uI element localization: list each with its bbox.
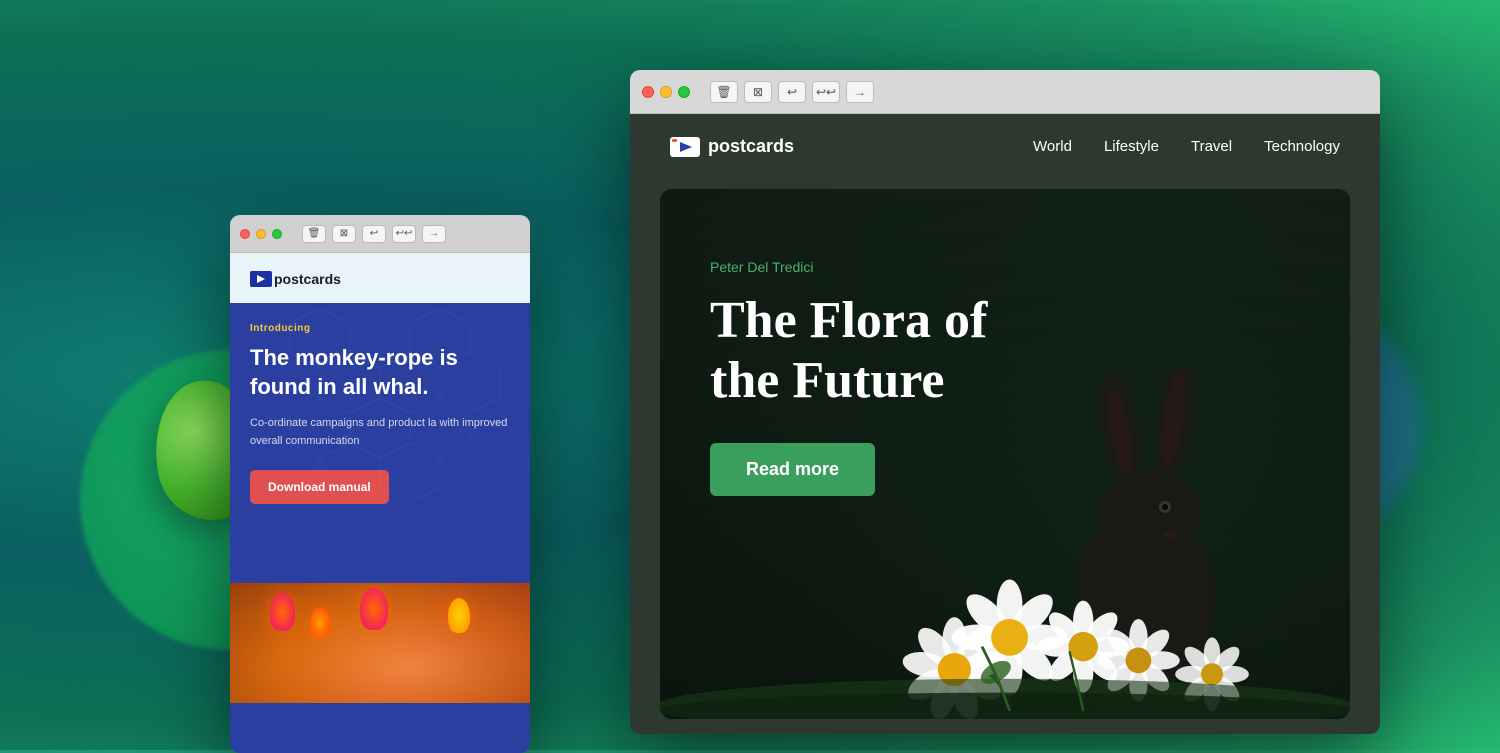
back-all-button-front[interactable]: ↩↩ [812, 81, 840, 103]
traffic-light-red-front[interactable] [642, 86, 654, 98]
nav-link-lifestyle[interactable]: Lifestyle [1104, 138, 1159, 155]
nav-link-technology[interactable]: Technology [1264, 138, 1340, 155]
front-window: 🗑 ⊠ ↩ ↩↩ → postcards World Lifestyle Tra… [630, 70, 1380, 734]
back-window: 🗑 ⊠ ↩ ↩↩ → postcards [230, 215, 530, 753]
trash-alt-button-back[interactable]: ⊠ [332, 225, 356, 243]
flowers [660, 519, 1350, 719]
logo-icon-back [250, 271, 272, 287]
traffic-light-yellow-front[interactable] [660, 86, 672, 98]
back-window-logo: postcards [250, 271, 341, 287]
hex-pattern [230, 303, 530, 583]
lantern-1 [270, 593, 295, 631]
dark-navbar: postcards World Lifestyle Travel Technol… [630, 114, 1380, 179]
back-all-button-back[interactable]: ↩↩ [392, 225, 416, 243]
lantern-2 [310, 608, 330, 638]
dark-hero: Peter Del Tredici The Flora of the Futur… [660, 189, 1350, 719]
back-window-content: postcards [230, 253, 530, 753]
front-window-content: postcards World Lifestyle Travel Technol… [630, 114, 1380, 734]
dark-nav-links: World Lifestyle Travel Technology [1033, 138, 1340, 155]
trash-button-front[interactable]: 🗑 [710, 81, 738, 103]
trash-alt-button-front[interactable]: ⊠ [744, 81, 772, 103]
front-logo: postcards [670, 136, 794, 157]
back-window-logo-header: postcards [230, 253, 530, 303]
titlebar-controls-back: 🗑 ⊠ ↩ ↩↩ → [302, 225, 446, 243]
back-button-front[interactable]: ↩ [778, 81, 806, 103]
lantern-3 [360, 588, 388, 630]
read-more-button[interactable]: Read more [710, 443, 875, 496]
hero-text-block: Peter Del Tredici The Flora of the Futur… [710, 259, 987, 496]
back-window-photo [230, 583, 530, 703]
hero-title: The Flora of the Future [710, 291, 987, 411]
traffic-light-yellow-back[interactable] [256, 229, 266, 239]
back-button-back[interactable]: ↩ [362, 225, 386, 243]
titlebar-controls-front: 🗑 ⊠ ↩ ↩↩ → [710, 81, 874, 103]
front-logo-icon [670, 137, 700, 157]
traffic-light-green-front[interactable] [678, 86, 690, 98]
front-window-titlebar: 🗑 ⊠ ↩ ↩↩ → [630, 70, 1380, 114]
nav-link-travel[interactable]: Travel [1191, 138, 1232, 155]
back-window-intro: Introducing The monkey-rope is found in … [230, 303, 530, 583]
back-window-titlebar: 🗑 ⊠ ↩ ↩↩ → [230, 215, 530, 253]
front-logo-text: postcards [708, 136, 794, 157]
traffic-lights-back [240, 229, 282, 239]
lantern-4 [448, 598, 470, 633]
trash-button-back[interactable]: 🗑 [302, 225, 326, 243]
traffic-light-red-back[interactable] [240, 229, 250, 239]
forward-button-back[interactable]: → [422, 225, 446, 243]
traffic-lights-front [642, 86, 690, 98]
traffic-light-green-back[interactable] [272, 229, 282, 239]
nav-link-world[interactable]: World [1033, 138, 1072, 155]
hero-author: Peter Del Tredici [710, 259, 987, 275]
back-logo-text: postcards [274, 271, 341, 287]
forward-button-front[interactable]: → [846, 81, 874, 103]
